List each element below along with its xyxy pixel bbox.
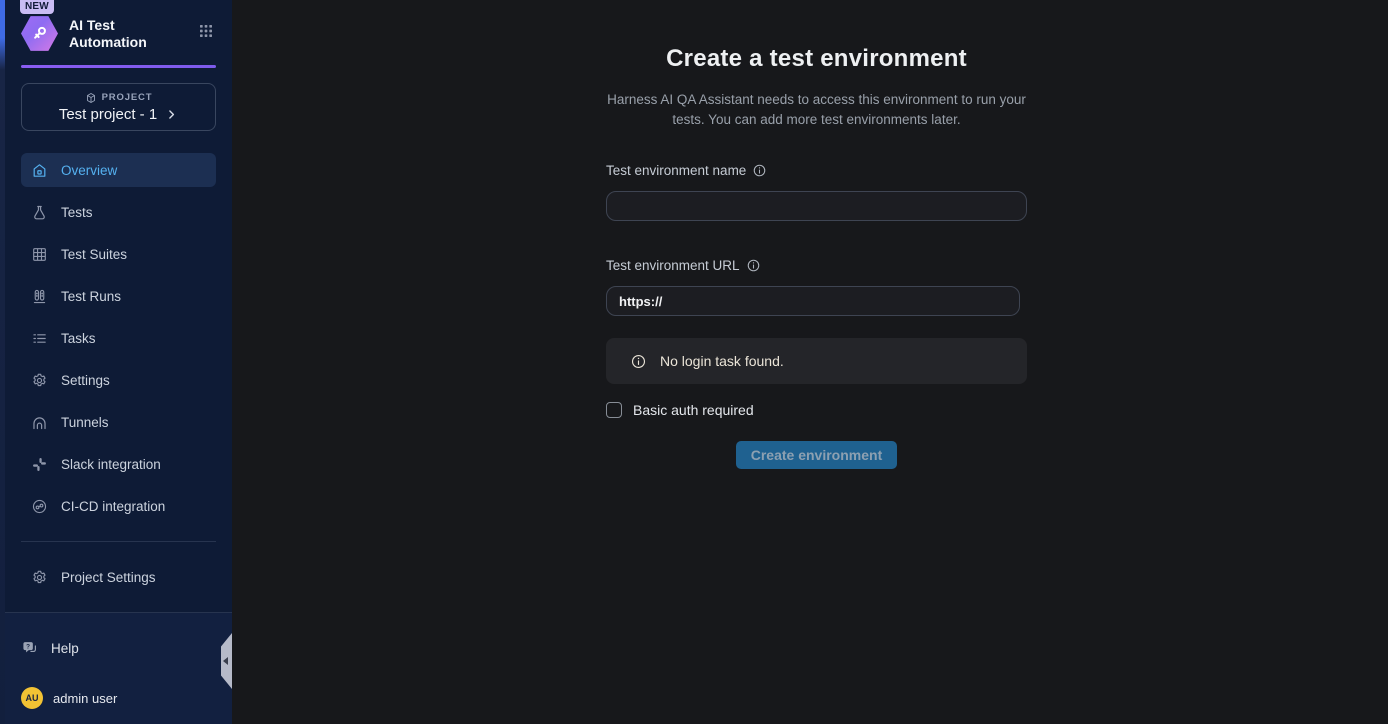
sidebar-item-label: Tasks [61,331,96,346]
sidebar-secondary-nav: Project Settings [21,560,216,594]
sidebar-item-label: Overview [61,163,117,178]
user-name: admin user [53,691,117,706]
cube-icon [85,92,97,104]
env-name-label-text: Test environment name [606,163,746,178]
page-subtitle: Harness AI QA Assistant needs to access … [606,90,1027,130]
help-label: Help [51,641,79,656]
tunnel-icon [31,414,48,431]
help-button[interactable]: ? Help [21,639,216,657]
sidebar-item-label: Tests [61,205,93,220]
info-icon[interactable] [752,163,767,178]
sidebar-item-label: Tunnels [61,415,109,430]
sidebar-item-project-settings[interactable]: Project Settings [21,560,216,594]
sidebar-divider [21,541,216,542]
chevron-right-icon [165,108,178,121]
env-url-input[interactable] [606,286,1020,316]
avatar: AU [21,687,43,709]
basic-auth-checkbox-row[interactable]: Basic auth required [606,402,1027,418]
env-name-input[interactable] [606,191,1027,221]
info-icon[interactable] [746,258,761,273]
sidebar-item-tasks[interactable]: Tasks [21,321,216,355]
env-name-label: Test environment name [606,163,1027,178]
env-url-label: Test environment URL [606,258,1027,273]
app-title: AI Test Automation [69,17,187,51]
sidebar-nav: Overview Tests Test Suites Test Runs Tas… [21,153,216,523]
sidebar-item-tunnels[interactable]: Tunnels [21,405,216,439]
basic-auth-checkbox[interactable] [606,402,622,418]
main-content: Create a test environment Harness AI QA … [232,0,1388,724]
new-badge: NEW [20,0,54,14]
page-title: Create a test environment [606,45,1027,73]
table-grid-icon [31,246,48,263]
sidebar-item-label: Test Runs [61,289,121,304]
test-tubes-icon [31,288,48,305]
flask-icon [31,204,48,221]
sidebar-item-label: Test Suites [61,247,127,262]
sidebar: NEW AI Test Automation PROJECT [5,0,232,724]
sidebar-item-label: Slack integration [61,457,161,472]
create-environment-form: Create a test environment Harness AI QA … [606,0,1027,469]
sidebar-item-test-runs[interactable]: Test Runs [21,279,216,313]
gear-icon [31,569,48,586]
project-kicker: PROJECT [85,92,153,104]
create-environment-button[interactable]: Create environment [736,441,897,469]
sidebar-item-test-suites[interactable]: Test Suites [21,237,216,271]
info-icon [630,353,647,370]
project-name: Test project - 1 [59,106,157,123]
sidebar-item-label: Project Settings [61,570,156,585]
brand-divider [21,65,216,68]
home-icon [31,162,48,179]
project-selector[interactable]: PROJECT Test project - 1 [21,83,216,131]
svg-text:?: ? [26,643,30,650]
sidebar-spacer [5,594,232,612]
app-header: AI Test Automation [21,15,216,52]
list-icon [31,330,48,347]
sidebar-item-label: CI-CD integration [61,499,165,514]
no-login-task-notice: No login task found. [606,338,1027,384]
sidebar-item-settings[interactable]: Settings [21,363,216,397]
project-kicker-label: PROJECT [102,92,153,103]
sidebar-footer: ? Help AU admin user [5,612,232,724]
app-logo-icon [21,15,58,52]
gear-icon [31,372,48,389]
env-url-label-text: Test environment URL [606,258,740,273]
sidebar-item-overview[interactable]: Overview [21,153,216,187]
help-chat-icon: ? [21,639,39,657]
notice-text: No login task found. [660,353,784,369]
user-menu[interactable]: AU admin user [21,687,216,709]
sidebar-item-label: Settings [61,373,110,388]
app-switcher-grid-icon[interactable] [198,23,214,44]
slack-icon [31,456,48,473]
sidebar-item-cicd-integration[interactable]: CI-CD integration [21,489,216,523]
sidebar-item-slack-integration[interactable]: Slack integration [21,447,216,481]
cicd-icon [31,498,48,515]
basic-auth-label: Basic auth required [633,402,754,418]
sidebar-item-tests[interactable]: Tests [21,195,216,229]
